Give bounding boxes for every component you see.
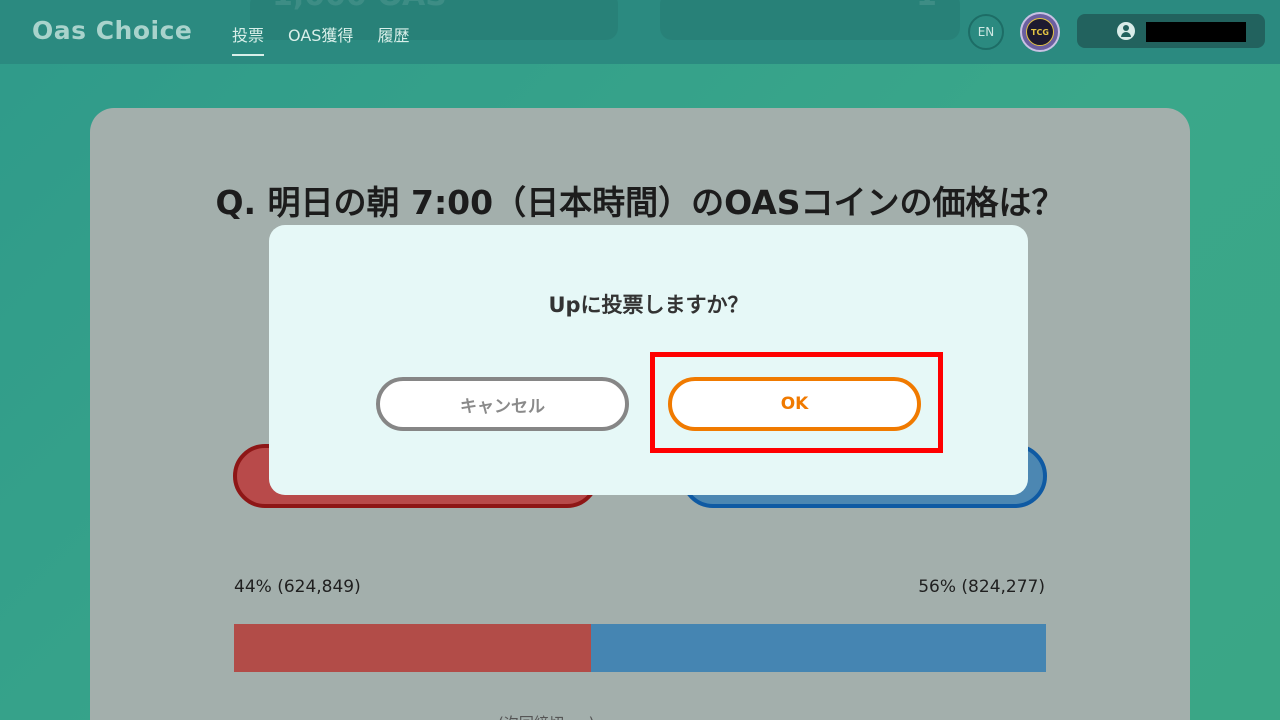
ghost-balance-text: 1,000 OAS — [272, 0, 447, 13]
result-bar-down — [591, 624, 1046, 672]
nav-vote[interactable]: 投票 — [232, 22, 265, 56]
main-nav: 投票 OAS獲得 履歴 — [232, 22, 409, 56]
cancel-button[interactable]: キャンセル — [376, 377, 629, 431]
result-down-text: 56% (824,277) — [918, 577, 1045, 597]
top-header: 1,000 OAS 1 Oas Choice 投票 OAS獲得 履歴 EN TC… — [0, 0, 1280, 64]
nav-history[interactable]: 履歴 — [377, 22, 409, 54]
highlight-box — [650, 352, 943, 453]
account-name-redacted — [1146, 22, 1246, 42]
user-icon — [1117, 22, 1135, 40]
modal-title: Upに投票しますか？ — [548, 293, 749, 317]
ghost-count-text: 1 — [916, 0, 937, 13]
ghost-count-card: 1 — [660, 0, 960, 40]
app-logo[interactable]: Oas Choice — [32, 16, 192, 45]
language-button[interactable]: EN — [968, 14, 1004, 50]
result-up-text: 44% (624,849) — [234, 577, 361, 597]
account-button[interactable] — [1077, 14, 1265, 48]
footer-text: (次回締切: …) — [498, 712, 595, 720]
avatar-badge: TCG — [1026, 18, 1054, 46]
result-bar — [234, 624, 1046, 672]
result-bar-up — [234, 624, 592, 672]
question-title: Q. 明日の朝 7:00（日本時間）のOASコインの価格は？ — [215, 183, 1065, 222]
avatar[interactable]: TCG — [1020, 12, 1060, 52]
nav-earn-oas[interactable]: OAS獲得 — [288, 22, 353, 54]
